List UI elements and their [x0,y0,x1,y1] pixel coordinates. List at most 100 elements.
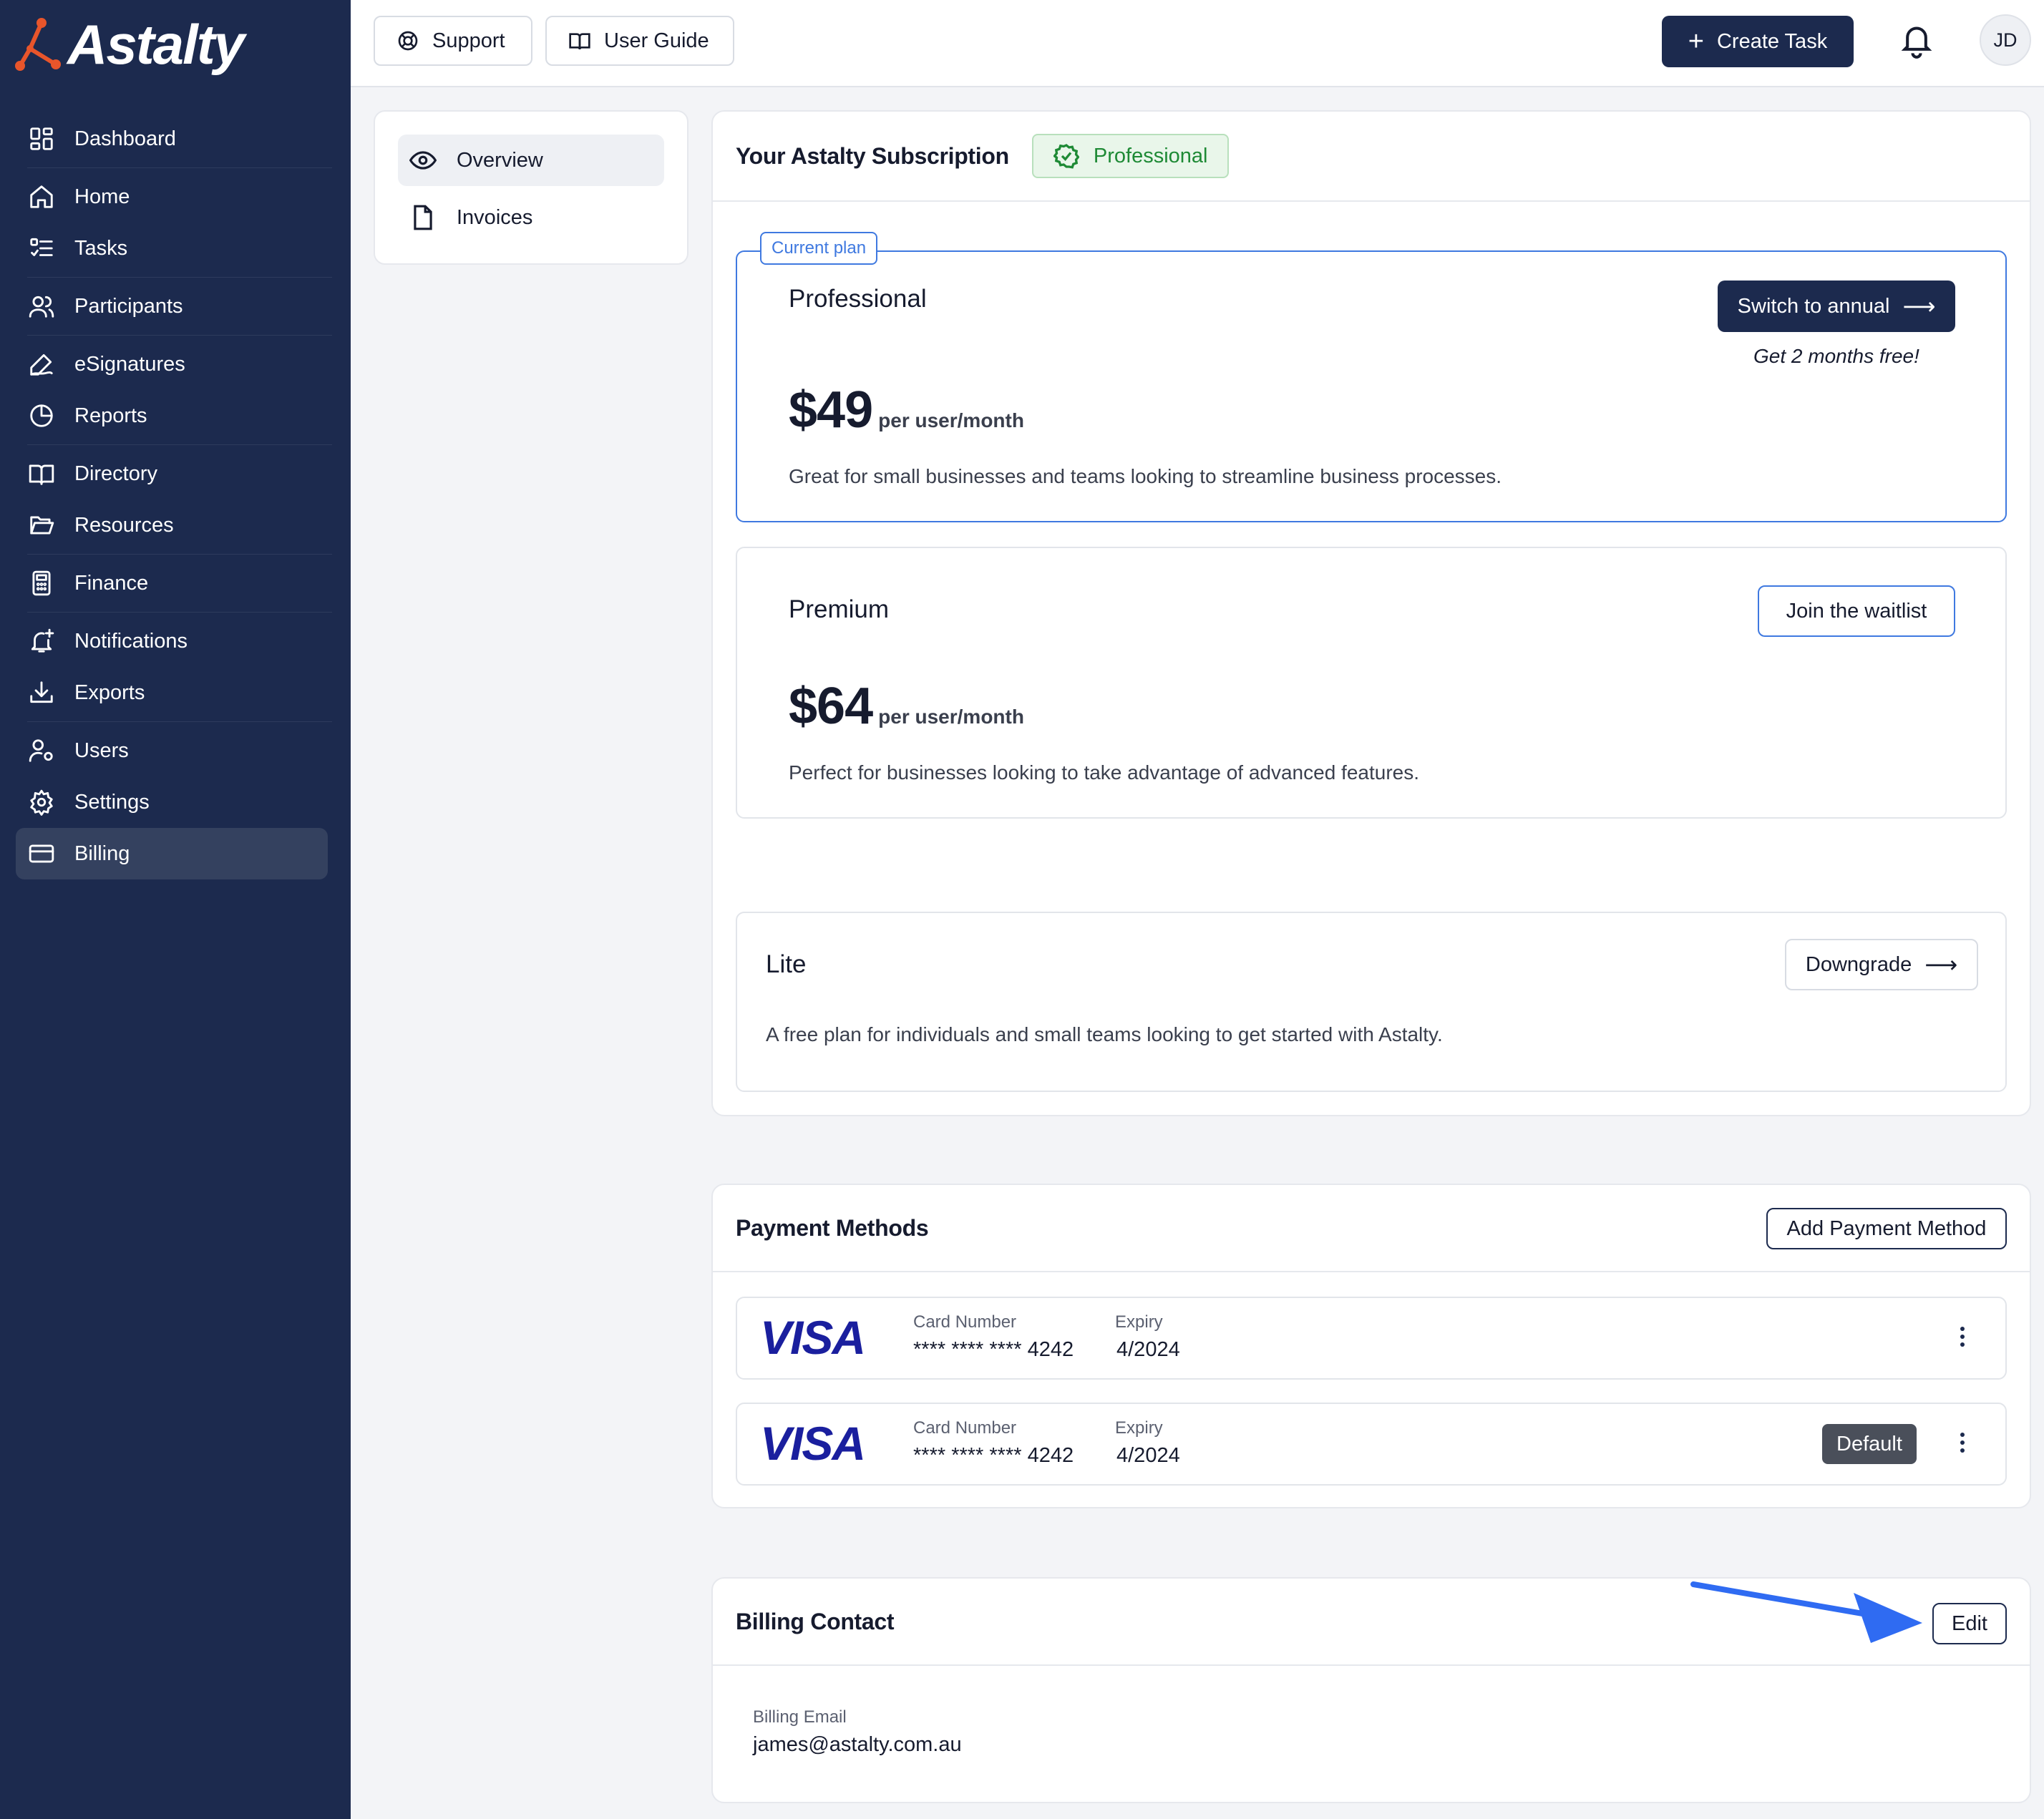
nav-divider [27,167,332,168]
sidebar-item-label: Users [74,738,129,762]
avatar-initials: JD [1993,29,2018,51]
sidebar-item-label: Resources [74,513,174,537]
credit-card-icon [27,839,56,868]
plan-lite: Lite Downgrade ⟶ A free plan for individ… [736,912,2007,1092]
create-task-button[interactable]: + Create Task [1662,16,1854,67]
sidebar-item-finance[interactable]: Finance [16,557,328,609]
card-options-kebab-icon[interactable] [1957,1433,1968,1458]
plan-premium: Premium Join the waitlist $64 per user/m… [736,547,2007,819]
subnav-invoices[interactable]: Invoices [398,192,664,243]
plus-icon: + [1688,26,1704,57]
sidebar-item-notifications[interactable]: Notifications [16,615,328,667]
plan-description: A free plan for individuals and small te… [766,1023,1443,1045]
switch-to-annual-button[interactable]: Switch to annual ⟶ [1718,281,1955,332]
sidebar-item-exports[interactable]: Exports [16,667,328,718]
sidebar-item-reports[interactable]: Reports [16,390,328,442]
add-payment-method-button[interactable]: Add Payment Method [1766,1208,2007,1249]
home-icon [27,182,56,211]
sidebar-item-dashboard[interactable]: Dashboard [16,113,328,165]
annual-promo-text: Get 2 months free! [1753,345,1919,367]
sidebar-item-label: Reports [74,404,147,427]
sidebar-item-billing[interactable]: Billing [16,828,328,879]
plan-description: Perfect for businesses looking to take a… [789,761,1420,784]
sidebar-item-label: eSignatures [74,352,185,376]
sidebar-item-esignatures[interactable]: eSignatures [16,338,328,390]
nav-divider [27,554,332,555]
notifications-bell-icon[interactable] [1901,21,1932,59]
billing-contact-title: Billing Contact [736,1608,895,1634]
document-icon [414,205,432,230]
sidebar-nav: Dashboard Home Tasks Participants eSigna… [16,113,332,879]
download-icon [27,678,56,707]
price-amount: $49 [789,381,873,439]
visa-logo: VISA [760,1417,866,1470]
switch-to-annual-label: Switch to annual [1737,294,1890,318]
billing-subnav: Overview Invoices [374,110,688,265]
edit-billing-contact-button[interactable]: Edit [1932,1603,2007,1644]
user-guide-button[interactable]: User Guide [545,16,734,66]
book-open-icon [569,33,590,50]
card-options-kebab-icon[interactable] [1957,1327,1968,1352]
lifebuoy-icon [398,31,418,51]
join-waitlist-button[interactable]: Join the waitlist [1758,585,1955,637]
pie-chart-icon [27,401,56,430]
subnav-label: Invoices [457,205,533,229]
sidebar-item-directory[interactable]: Directory [16,448,328,499]
plan-price: $49 per user/month [789,381,1024,439]
nav-divider [27,277,332,278]
subnav-overview[interactable]: Overview [398,135,664,186]
folder-icon [27,511,56,540]
card-number-value: **** **** **** 4242 [913,1338,1074,1361]
book-icon [27,459,56,488]
brand-name: Astalty [67,13,245,76]
sidebar-item-label: Finance [74,571,149,595]
plan-name: Lite [766,950,807,978]
payment-card-row: VISA Card Number **** **** **** 4242 Exp… [736,1297,2007,1380]
price-unit: per user/month [878,409,1024,431]
payment-methods-card: Payment Methods Add Payment Method VISA … [711,1184,2031,1508]
astalty-logo[interactable]: Astalty [14,13,245,76]
add-payment-method-label: Add Payment Method [1786,1216,1987,1240]
sidebar-item-participants[interactable]: Participants [16,281,328,332]
plan-professional: Current plan Professional Switch to annu… [736,232,2007,522]
visa-logo: VISA [760,1311,866,1364]
downgrade-label: Downgrade [1805,952,1912,976]
expiry-value: 4/2024 [1116,1444,1180,1467]
join-waitlist-label: Join the waitlist [1786,599,1927,623]
sidebar-item-users[interactable]: Users [16,725,328,776]
create-task-label: Create Task [1716,29,1828,53]
price-unit: per user/month [878,706,1024,728]
card-number-value: **** **** **** 4242 [913,1444,1074,1467]
sidebar: Astalty Dashboard Home Tasks Participant… [0,0,351,1819]
sidebar-item-home[interactable]: Home [16,171,328,223]
annotation-arrow-icon [1690,1581,1922,1643]
plan-price: $64 per user/month [789,677,1024,736]
arrow-right-icon: ⟶ [1902,293,1936,319]
support-button[interactable]: Support [374,16,532,66]
user-gear-icon [27,736,56,765]
sidebar-item-resources[interactable]: Resources [16,499,328,551]
current-plan-badge: Professional [1031,134,1230,178]
sidebar-item-label: Tasks [74,236,128,260]
price-amount: $64 [789,678,873,735]
signature-icon [27,350,56,379]
bell-plus-icon [27,627,56,655]
card-number-label: Card Number [913,1312,1017,1332]
downgrade-button[interactable]: Downgrade ⟶ [1785,939,1978,990]
tasks-icon [27,234,56,263]
expiry-label: Expiry [1115,1312,1163,1332]
badge-label: Professional [1093,144,1208,167]
billing-email-label: Billing Email [753,1707,847,1727]
subscription-card: Your Astalty Subscription Professional C… [711,110,2031,1116]
expiry-label: Expiry [1115,1418,1163,1438]
card-number-label: Card Number [913,1418,1017,1438]
subscription-header: Your Astalty Subscription Professional [713,112,2030,202]
expiry-value: 4/2024 [1116,1338,1180,1361]
sidebar-item-label: Billing [74,842,130,865]
sidebar-item-settings[interactable]: Settings [16,776,328,828]
participants-icon [27,292,56,321]
sidebar-item-tasks[interactable]: Tasks [16,223,328,274]
user-avatar[interactable]: JD [1980,14,2031,66]
gear-icon [27,788,56,816]
payment-methods-header: Payment Methods Add Payment Method [713,1185,2030,1272]
